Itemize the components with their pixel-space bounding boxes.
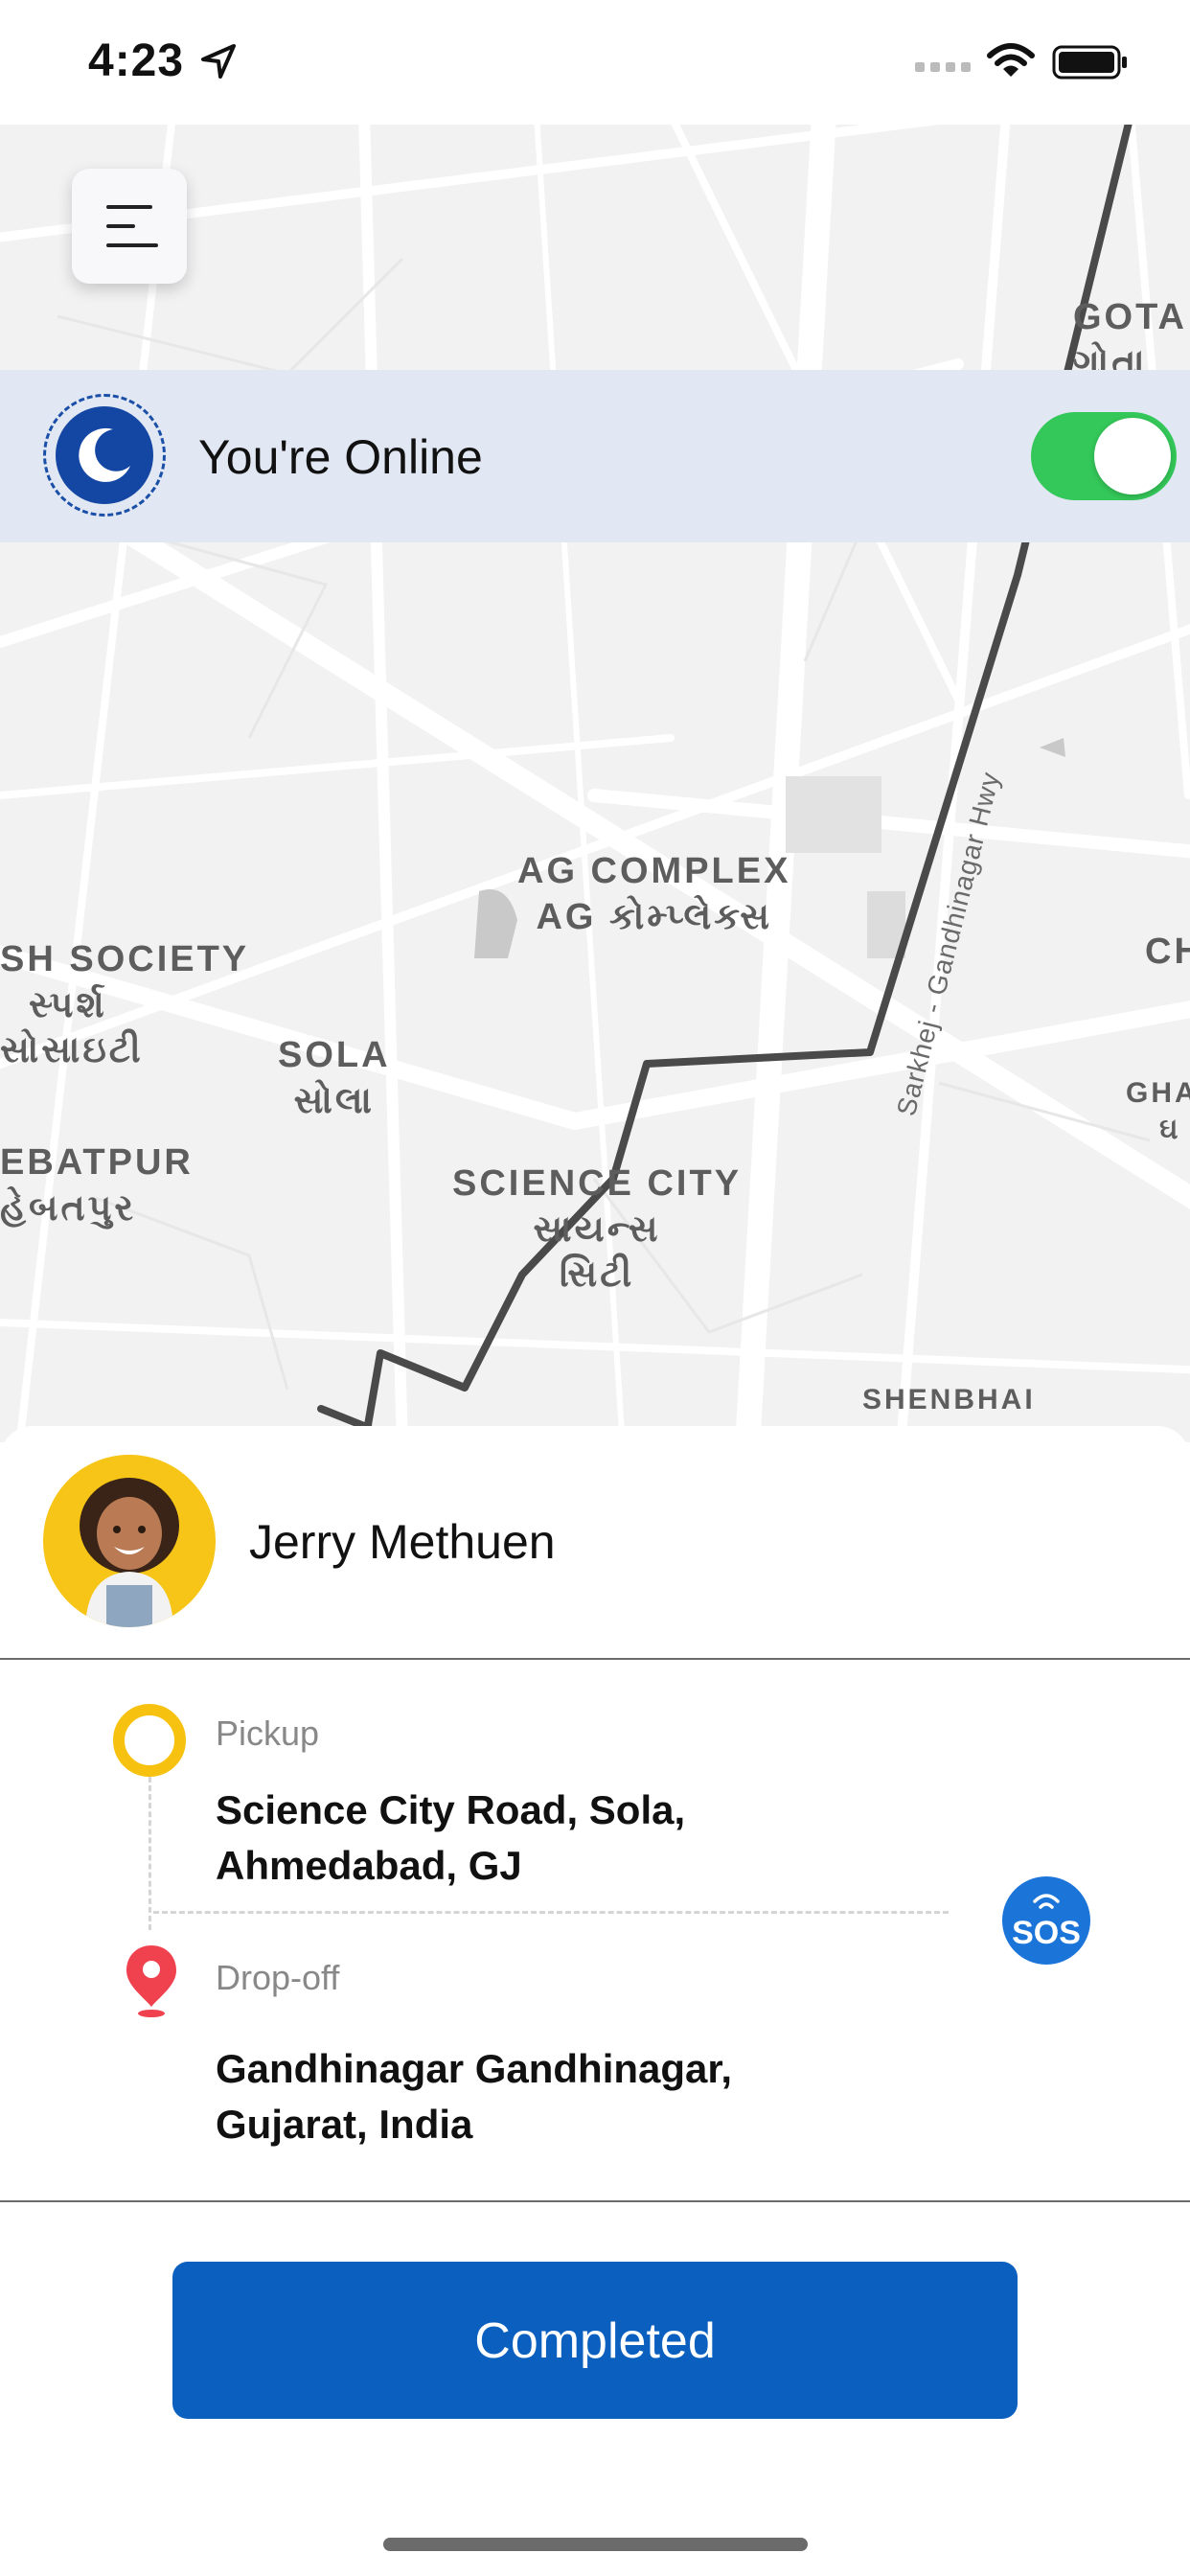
sos-button[interactable]: SOS bbox=[1002, 1876, 1090, 1965]
route-connector bbox=[149, 1777, 151, 1930]
sos-signal-icon bbox=[1033, 1894, 1060, 1909]
pickup-label: Pickup bbox=[216, 1714, 320, 1753]
location-arrow-icon bbox=[201, 44, 236, 79]
map-label-shenbhai: SHENBHAI bbox=[862, 1384, 1036, 1415]
map-label-sola: SOLA સોલા bbox=[278, 1035, 391, 1121]
dropoff-label: Drop-off bbox=[216, 1958, 340, 1997]
map-view[interactable]: GOTA ગોતા AG COMPLEX AG કોમ્પ્લેક્સ SH SOC… bbox=[0, 125, 1190, 1442]
dropoff-pin-icon bbox=[126, 1945, 176, 2017]
moon-icon bbox=[79, 427, 130, 482]
map-label-hebatpur: EBATPUR હેબતપુર bbox=[0, 1142, 194, 1229]
map-landmark-shape bbox=[1040, 738, 1065, 757]
map-label-ch: CH bbox=[1145, 932, 1190, 972]
map-lake-shape bbox=[474, 889, 517, 958]
completed-button[interactable]: Completed bbox=[172, 2262, 1018, 2419]
online-status-text: You're Online bbox=[198, 430, 483, 484]
map-building-block bbox=[786, 776, 881, 853]
pickup-address: Science City Road, Sola, Ahmedabad, GJ bbox=[216, 1787, 686, 1888]
status-bar: 4:23 bbox=[0, 0, 1190, 125]
map-label-ag-complex: AG COMPLEX AG કોમ્પ્લેક્સ bbox=[517, 851, 791, 937]
divider bbox=[0, 1658, 1190, 1660]
signal-dots-icon bbox=[915, 62, 971, 72]
pickup-marker-icon bbox=[113, 1704, 186, 1777]
dropoff-address: Gandhinagar Gandhinagar, Gujarat, India bbox=[216, 2046, 733, 2147]
online-toggle[interactable] bbox=[1031, 412, 1177, 500]
moon-badge bbox=[43, 394, 166, 517]
location-separator bbox=[153, 1911, 949, 1914]
rider-name: Jerry Methuen bbox=[249, 1515, 556, 1569]
home-indicator[interactable] bbox=[383, 2538, 808, 2551]
route-line-tail bbox=[317, 1405, 373, 1432]
status-time: 4:23 bbox=[88, 35, 185, 86]
map-label-society: SH SOCIETY સ્પર્શ સોસાઇટી bbox=[0, 939, 250, 1070]
map-label-gha: GHA ઘ bbox=[1126, 1077, 1190, 1145]
battery-icon bbox=[1052, 45, 1127, 80]
menu-button[interactable] bbox=[72, 169, 187, 284]
online-status-bar: You're Online bbox=[0, 370, 1190, 542]
map-label-science-city: SCIENCE CITY સાયન્સ સિટી bbox=[452, 1163, 743, 1295]
avatar-child-photo bbox=[43, 1455, 216, 1627]
sos-label: SOS bbox=[1012, 1915, 1081, 1951]
avatar bbox=[43, 1455, 216, 1627]
divider bbox=[0, 2200, 1190, 2202]
toggle-knob bbox=[1094, 418, 1171, 494]
wifi-icon bbox=[987, 43, 1035, 77]
